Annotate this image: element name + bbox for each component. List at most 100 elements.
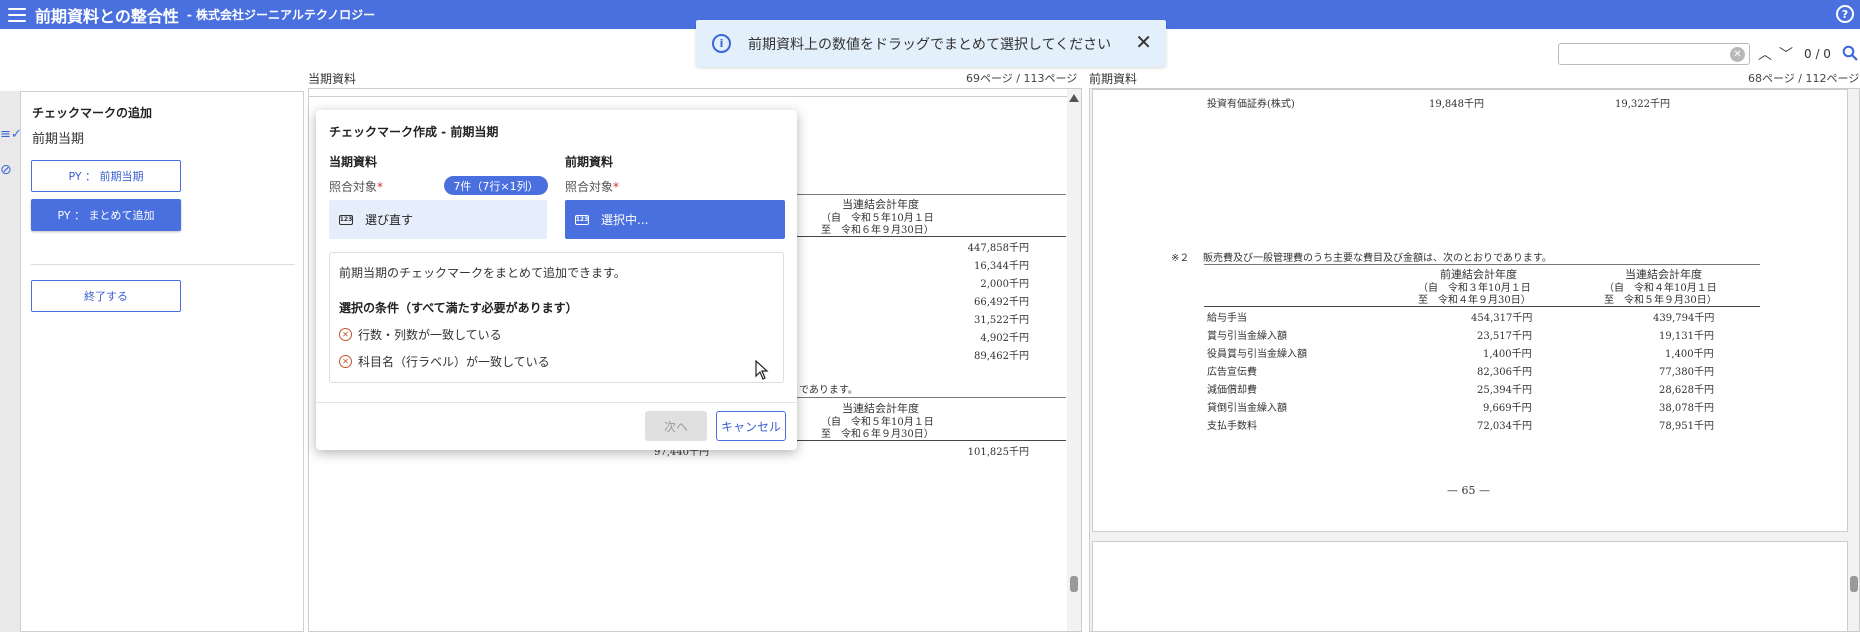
- cancel-button[interactable]: キャンセル: [716, 411, 786, 441]
- table-rule: [779, 194, 1066, 195]
- dialog-description: 前期当期のチェックマークをまとめて追加できます。: [339, 266, 626, 280]
- col-header: 至 令和６年９月30日）: [821, 225, 934, 236]
- cell-value[interactable]: 447,858千円: [968, 239, 1029, 254]
- close-icon[interactable]: ✕: [1135, 32, 1152, 52]
- row-label: 投資有価証券(株式): [1207, 99, 1295, 110]
- current-doc-label: 当期資料: [308, 72, 357, 86]
- number-icon: 123: [575, 214, 589, 225]
- company-name: - 株式会社ジーニアルテクノロジー: [186, 8, 376, 22]
- toast-message: 前期資料上の数値をドラッグでまとめて選択してください: [748, 36, 1112, 53]
- current-doc-pages: 69ページ / 113ページ: [966, 72, 1078, 85]
- search-match-count: 0 / 0: [1804, 47, 1831, 61]
- search-icon[interactable]: [1842, 45, 1858, 61]
- table-rule: [779, 440, 1066, 441]
- cell-value[interactable]: 28,628千円: [1659, 381, 1714, 396]
- row-label: 広告宣伝費: [1207, 367, 1257, 378]
- conditions-box: 前期当期のチェックマークをまとめて追加できます。 選択の条件（すべて満たす必要が…: [329, 252, 784, 383]
- cell-value[interactable]: 19,848千円: [1429, 95, 1484, 110]
- table-rule: [779, 397, 1066, 398]
- info-icon: i: [712, 34, 731, 53]
- cell-value[interactable]: 2,000千円: [980, 275, 1029, 290]
- add-check-icon[interactable]: ⊘: [0, 162, 12, 178]
- help-icon[interactable]: ?: [1836, 5, 1854, 23]
- page-number: — 65 —: [1447, 484, 1490, 497]
- row-label: 支払手数料: [1207, 421, 1257, 432]
- prior-page-65: 投資有価証券(株式) 19,848千円 19,322千円 ※２ 販売費及び一般管…: [1092, 89, 1848, 532]
- cell-value[interactable]: 1,400千円: [1483, 345, 1532, 360]
- conditions-title: 選択の条件（すべて満たす必要があります）: [339, 301, 578, 315]
- selection-count-badge: 7件（7行×1列）: [444, 176, 548, 195]
- cell-value[interactable]: 78,951千円: [1659, 417, 1714, 432]
- scrollbar-thumb[interactable]: [1850, 576, 1858, 592]
- unmet-x-icon: ✕: [339, 328, 352, 341]
- reselect-label: 選び直す: [365, 213, 414, 227]
- prior-target-label: 照合対象*: [565, 180, 620, 194]
- row-label: 給与手当: [1207, 313, 1247, 324]
- chevron-down-icon[interactable]: ﹀: [1779, 44, 1793, 64]
- finish-button[interactable]: 終了する: [31, 280, 181, 312]
- current-target-label: 照合対象*: [329, 180, 384, 194]
- dialog-footer-divider: [316, 402, 797, 403]
- reselect-button[interactable]: 123 選び直す: [329, 200, 547, 239]
- cell-value[interactable]: 9,669千円: [1483, 399, 1532, 414]
- mouse-cursor-icon: [755, 360, 769, 380]
- row-label: 貸倒引当金繰入額: [1207, 403, 1287, 414]
- search-input[interactable]: ✕: [1558, 43, 1750, 65]
- row-label: 役員賞与引当金繰入額: [1207, 349, 1307, 360]
- condition-row-col-match: ✕ 行数・列数が一致している: [339, 326, 502, 343]
- row-label: 賞与引当金繰入額: [1207, 331, 1287, 342]
- note-text: 販売費及び一般管理費のうち主要な費目及び金額は、次のとおりであります。: [1203, 253, 1552, 264]
- cell-value[interactable]: 4,902千円: [980, 329, 1029, 344]
- cell-value[interactable]: 1,400千円: [1665, 345, 1714, 360]
- cell-value[interactable]: 31,522千円: [974, 311, 1029, 326]
- doc-fragment: であります。: [799, 385, 858, 396]
- create-checkmark-dialog: チェックマーク作成 - 前期当期 当期資料 照合対象* 7件（7行×1列） 12…: [316, 110, 797, 450]
- scrollbar-thumb[interactable]: [1070, 576, 1078, 592]
- prior-doc-title: 前期資料: [565, 155, 614, 169]
- cell-value[interactable]: 66,492千円: [974, 293, 1029, 308]
- selecting-button[interactable]: 123 選択中...: [565, 200, 785, 239]
- col-header: 至 令和５年９月30日）: [1604, 295, 1717, 306]
- prior-doc-label: 前期資料: [1089, 72, 1138, 86]
- table-rule: [779, 236, 1066, 237]
- page-edge: [309, 89, 1067, 97]
- clear-search-icon[interactable]: ✕: [1730, 47, 1745, 62]
- checklist-icon[interactable]: ≡✓: [0, 127, 22, 142]
- table-rule: [1204, 264, 1760, 265]
- cell-value[interactable]: 19,131千円: [1659, 327, 1714, 342]
- selecting-label: 選択中...: [601, 213, 649, 227]
- py-prior-current-button[interactable]: PY ： 前期当期: [31, 160, 181, 192]
- cell-value[interactable]: 89,462千円: [974, 347, 1029, 362]
- cell-value[interactable]: 23,517千円: [1477, 327, 1532, 342]
- chevron-up-icon[interactable]: ︿: [1758, 44, 1772, 64]
- panel-heading: チェックマークの追加: [32, 106, 153, 120]
- dialog-title: チェックマーク作成 - 前期当期: [329, 125, 499, 139]
- scrollbar[interactable]: [1067, 89, 1081, 631]
- panel-subheading: 前期当期: [32, 132, 85, 147]
- condition-label-match: ✕ 科目名（行ラベル）が一致している: [339, 353, 550, 370]
- prior-doc-viewer[interactable]: 投資有価証券(株式) 19,848千円 19,322千円 ※２ 販売費及び一般管…: [1089, 88, 1860, 632]
- prior-doc-pages: 68ページ / 112ページ: [1748, 72, 1860, 85]
- prior-page-66: [1092, 541, 1848, 631]
- number-icon: 123: [339, 214, 353, 225]
- py-bulk-add-button[interactable]: PY ： まとめて追加: [31, 199, 181, 231]
- cell-value[interactable]: 16,344千円: [974, 257, 1029, 272]
- cell-value[interactable]: 82,306千円: [1477, 363, 1532, 378]
- cell-value[interactable]: 77,380千円: [1659, 363, 1714, 378]
- cell-value[interactable]: 72,034千円: [1477, 417, 1532, 432]
- row-label: 減価償却費: [1207, 385, 1257, 396]
- hamburger-menu-icon[interactable]: [8, 7, 26, 22]
- current-doc-title: 当期資料: [329, 155, 378, 169]
- cell-value[interactable]: 439,794千円: [1653, 309, 1714, 324]
- col-header: 至 令和６年９月30日）: [821, 429, 934, 440]
- note-mark: ※２: [1171, 253, 1190, 264]
- next-button[interactable]: 次へ: [645, 411, 707, 441]
- cell-value[interactable]: 25,394千円: [1477, 381, 1532, 396]
- divider: [31, 264, 295, 265]
- scroll-up-arrow-icon[interactable]: [1069, 94, 1079, 102]
- cell-value[interactable]: 454,317千円: [1471, 309, 1532, 324]
- table-rule: [1204, 306, 1760, 307]
- cell-value[interactable]: 19,322千円: [1615, 95, 1670, 110]
- cell-value[interactable]: 101,825千円: [968, 443, 1029, 458]
- cell-value[interactable]: 38,078千円: [1659, 399, 1714, 414]
